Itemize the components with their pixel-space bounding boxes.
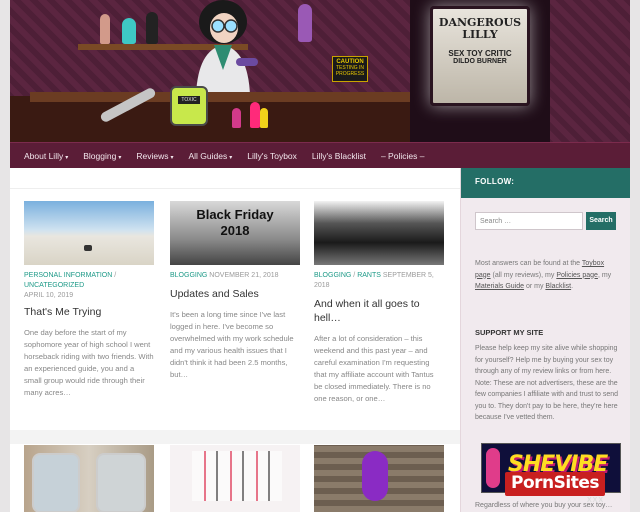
nav-label: Lilly's Toybox bbox=[247, 150, 297, 161]
nav-item-policies[interactable]: – Policies – bbox=[381, 151, 424, 161]
desk-toy bbox=[232, 108, 241, 128]
nav-label: All Guides bbox=[188, 150, 228, 161]
text: . bbox=[571, 283, 574, 290]
post-date: NOVEMBER 21, 2018 bbox=[209, 272, 279, 279]
search-button[interactable]: Search bbox=[586, 212, 616, 230]
post-category-link[interactable]: BLOGGING bbox=[314, 272, 351, 279]
header-floor bbox=[10, 96, 410, 142]
sidebar-intro-text: Most answers can be found at the Toybox … bbox=[475, 258, 620, 293]
post-thumbnail[interactable]: Black Friday 2018 bbox=[170, 201, 300, 265]
policies-link[interactable]: Policies page bbox=[556, 272, 598, 279]
caution-text: TESTING IN PROGRESS bbox=[335, 65, 365, 77]
post-card: Black Friday 2018 BLOGGING NOVEMBER 21, … bbox=[170, 201, 300, 381]
desk-toy bbox=[250, 102, 260, 128]
chevron-down-icon: ▾ bbox=[118, 154, 122, 161]
nav-label: Blogging bbox=[83, 150, 117, 161]
materials-guide-link[interactable]: Materials Guide bbox=[475, 283, 524, 290]
support-text: Please help keep my site alive while sho… bbox=[475, 345, 619, 421]
toy-image bbox=[362, 451, 388, 501]
divider bbox=[10, 188, 460, 189]
post-excerpt: After a lot of consideration – this week… bbox=[314, 334, 434, 403]
nav-item-about-lilly[interactable]: About Lilly ▾ bbox=[24, 151, 68, 161]
post-meta: PERSONAL INFORMATION / UNCATEGORIZED APR… bbox=[24, 272, 117, 299]
post-meta: BLOGGING NOVEMBER 21, 2018 bbox=[170, 271, 300, 281]
post-thumbnail[interactable] bbox=[170, 445, 300, 512]
nav-label: – Policies – bbox=[380, 150, 425, 161]
nav-item-blacklist[interactable]: Lilly's Blacklist bbox=[312, 151, 366, 161]
banner-toy-graphic bbox=[486, 448, 500, 488]
sidebar: FOLLOW: Search … Search Most answers can… bbox=[460, 168, 630, 512]
post-excerpt: It's been a long time since I've last lo… bbox=[170, 310, 294, 379]
post-date: APRIL 10, 2019 bbox=[24, 292, 74, 299]
desk-toy bbox=[260, 108, 268, 128]
post-card: PERSONAL INFORMATION / UNCATEGORIZED APR… bbox=[24, 201, 154, 399]
shelf-toy bbox=[298, 4, 312, 42]
caution-sign: CAUTION TESTING IN PROGRESS bbox=[332, 56, 368, 82]
text: Most answers can be found at the bbox=[475, 260, 582, 267]
text: or my bbox=[524, 283, 546, 290]
nav-item-reviews[interactable]: Reviews ▾ bbox=[136, 151, 173, 161]
jar-label: TOXIC bbox=[178, 96, 200, 104]
post-grid: PERSONAL INFORMATION / UNCATEGORIZED APR… bbox=[10, 168, 460, 512]
support-heading: SUPPORT MY SITE bbox=[475, 328, 544, 337]
post-thumbnail[interactable] bbox=[24, 201, 154, 265]
site-logo-sign[interactable]: DANGEROUS LILLY SEX TOY CRITIC DILDO BUR… bbox=[430, 6, 530, 106]
thumb-text: 2018 bbox=[220, 223, 250, 238]
post-excerpt: One day before the start of my sophomore… bbox=[24, 328, 154, 397]
toxic-jar: TOXIC bbox=[170, 86, 208, 126]
text: , my bbox=[597, 271, 612, 279]
logo-tagline-2: DILDO BURNER bbox=[453, 58, 507, 65]
cards-image bbox=[192, 451, 282, 501]
post-title-link[interactable]: That's Me Trying bbox=[24, 305, 154, 319]
shelf-toy bbox=[100, 14, 110, 44]
post-title-link[interactable]: Updates and Sales bbox=[170, 287, 300, 301]
jar-image bbox=[96, 453, 146, 512]
text: (all my reviews), my bbox=[490, 271, 557, 279]
post-meta: BLOGGING / RANTS SEPTEMBER 5, 2018 bbox=[314, 272, 434, 289]
shelf-toy bbox=[122, 18, 136, 44]
post-category-link[interactable]: PERSONAL INFORMATION bbox=[24, 272, 112, 279]
header-desk bbox=[30, 92, 410, 102]
search-form: Search … Search bbox=[475, 212, 616, 230]
page: TOXIC CAUTION TESTING IN PROGRESS DANGER… bbox=[10, 0, 630, 512]
post-category-link[interactable]: RANTS bbox=[357, 272, 381, 279]
watermark-logo: PornSites bbox=[505, 472, 605, 496]
chevron-down-icon: ▾ bbox=[229, 154, 233, 161]
post-card: BLOGGING / RANTS SEPTEMBER 5, 2018 And w… bbox=[314, 201, 444, 405]
search-input[interactable]: Search … bbox=[475, 212, 583, 230]
post-thumbnail[interactable] bbox=[314, 445, 444, 512]
post-thumbnail[interactable] bbox=[24, 445, 154, 512]
logo-line-2: LILLY bbox=[462, 28, 498, 41]
nav-item-toybox[interactable]: Lilly's Toybox bbox=[247, 151, 297, 161]
post-category-link[interactable]: UNCATEGORIZED bbox=[24, 282, 84, 289]
watermark-sub: XXX bbox=[587, 497, 605, 504]
post-category-link[interactable]: BLOGGING bbox=[170, 272, 207, 279]
post-thumbnail[interactable] bbox=[314, 201, 444, 265]
horse-silhouette bbox=[84, 245, 92, 251]
nav-item-blogging[interactable]: Blogging ▾ bbox=[83, 151, 121, 161]
chevron-down-icon: ▾ bbox=[65, 154, 69, 161]
thumb-text: Black Friday bbox=[196, 207, 274, 222]
nav-label: About Lilly bbox=[24, 150, 64, 161]
main-navigation: About Lilly ▾ Blogging ▾ Reviews ▾ All Guid… bbox=[10, 142, 630, 168]
search-placeholder: Search … bbox=[480, 217, 512, 225]
lilly-character-illustration bbox=[196, 0, 258, 95]
blacklist-link[interactable]: Blacklist bbox=[545, 283, 571, 290]
post-title-link[interactable]: And when it all goes to hell… bbox=[314, 297, 444, 325]
site-header-banner[interactable]: TOXIC CAUTION TESTING IN PROGRESS DANGER… bbox=[10, 0, 630, 142]
nav-item-all-guides[interactable]: All Guides ▾ bbox=[188, 151, 232, 161]
chevron-down-icon: ▾ bbox=[170, 154, 174, 161]
nav-label: Lilly's Blacklist bbox=[311, 150, 366, 161]
logo-tagline-1: SEX TOY CRITIC bbox=[448, 49, 512, 58]
shelf-toy bbox=[146, 12, 158, 44]
follow-header: FOLLOW: bbox=[461, 168, 630, 198]
row-divider bbox=[10, 430, 460, 444]
nav-label: Reviews bbox=[136, 150, 169, 161]
jar-image bbox=[32, 453, 80, 512]
